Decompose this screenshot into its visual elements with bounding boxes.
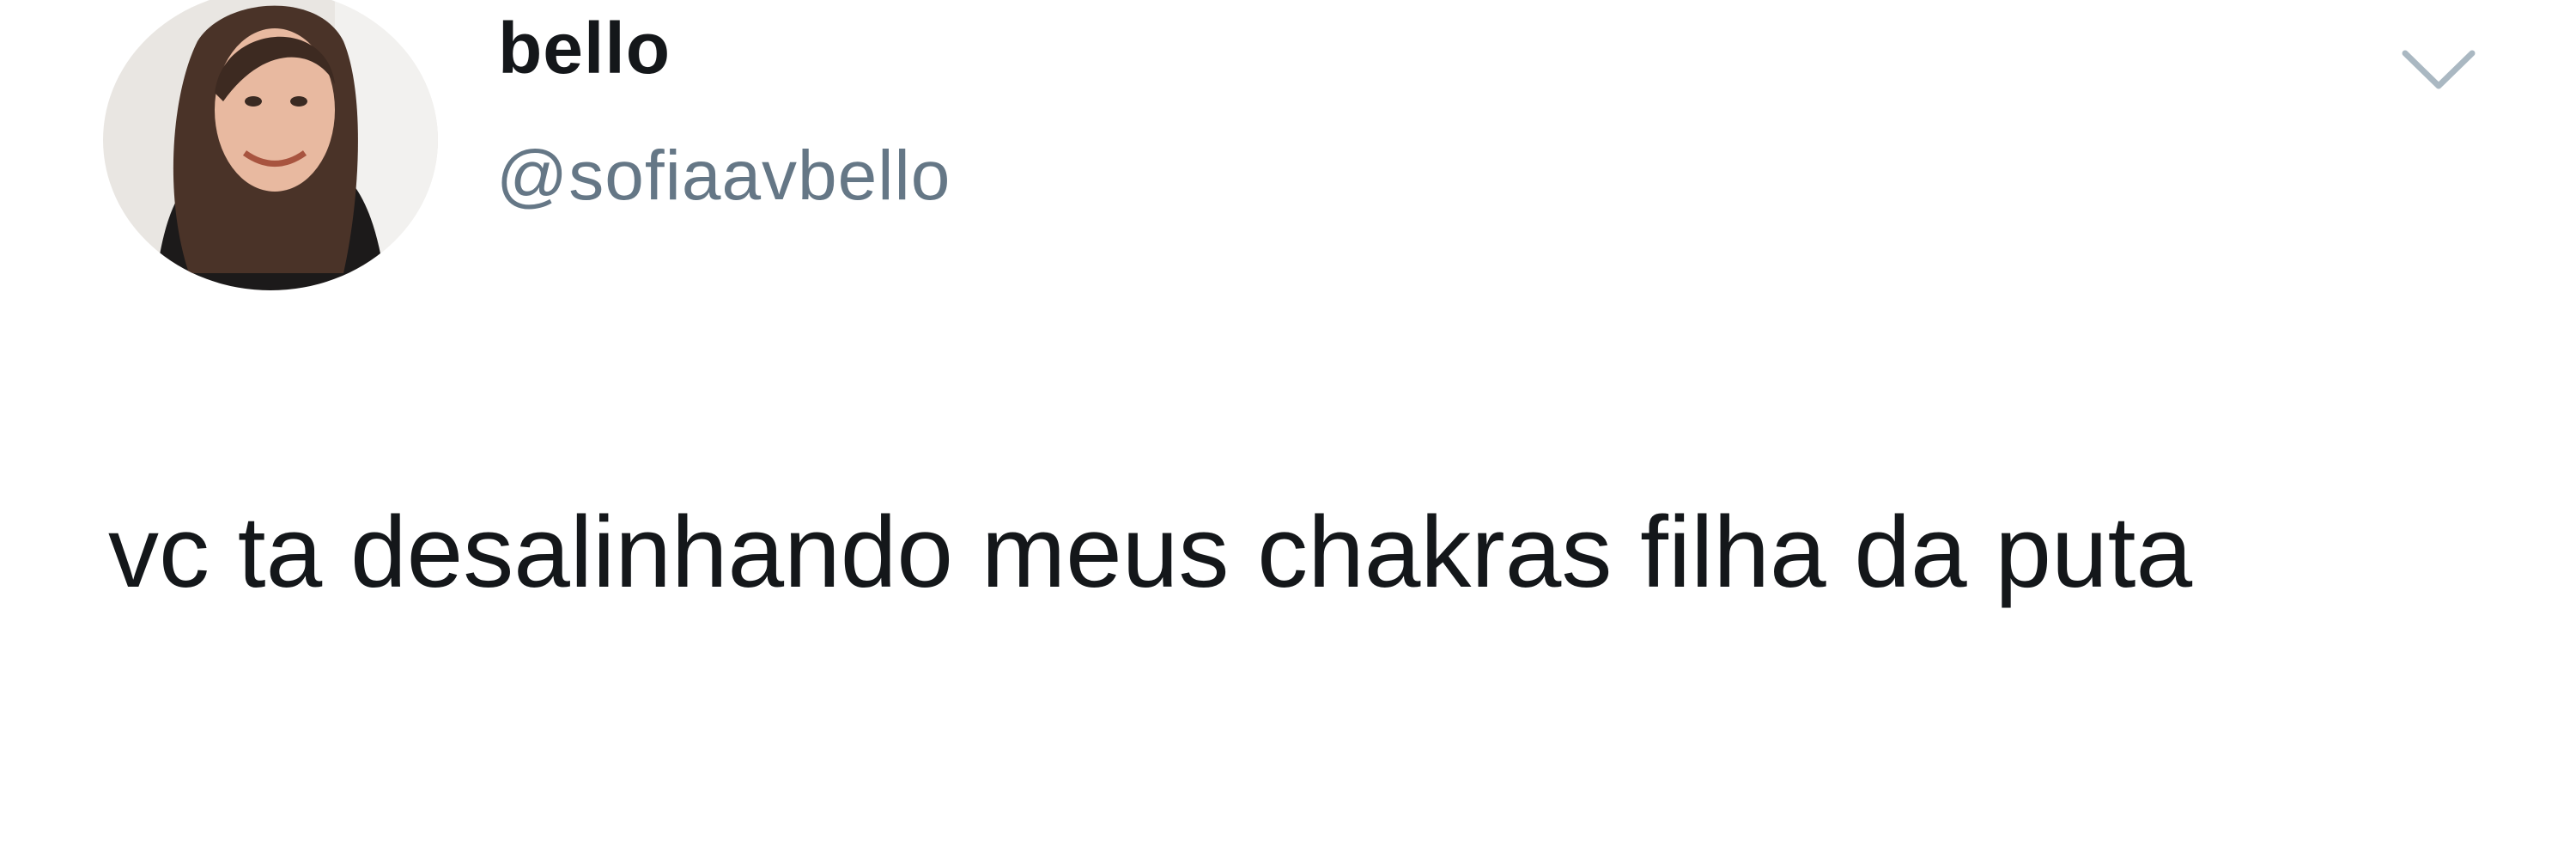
profile-photo-icon: [103, 0, 438, 290]
tweet-text: vc ta desalinhando meus chakras filha da…: [108, 496, 2193, 609]
tweet-card: bello @sofiaavbello vc ta desalinhando m…: [0, 0, 2576, 859]
avatar[interactable]: [103, 0, 438, 290]
display-name[interactable]: bello: [498, 5, 671, 92]
user-handle[interactable]: @sofiaavbello: [496, 134, 951, 218]
chevron-down-icon[interactable]: [2400, 45, 2477, 96]
